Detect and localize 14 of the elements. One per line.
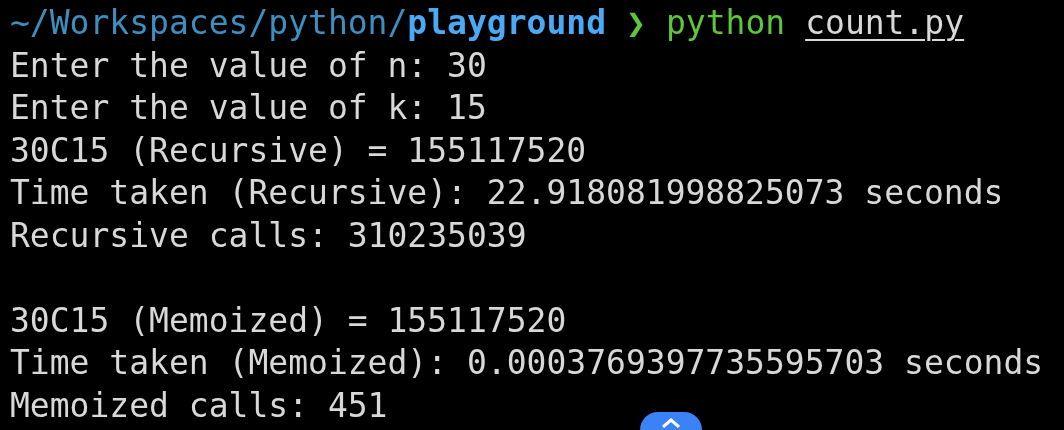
argument-text: count.py bbox=[805, 2, 965, 44]
output-line: Enter the value of n: 30 bbox=[10, 44, 487, 87]
output-line: 30C15 (Recursive) = 155117520 bbox=[10, 129, 587, 172]
output-line: 30C15 (Memoized) = 155117520 bbox=[10, 299, 567, 342]
command-text: python bbox=[665, 2, 786, 44]
output-line: Recursive calls: 310235039 bbox=[10, 214, 527, 257]
caret-up-icon bbox=[661, 418, 681, 428]
prompt-path: ~/Workspaces/python/ bbox=[10, 2, 408, 44]
output-line: Time taken (Recursive): 22.918081998825073 seconds bbox=[10, 172, 1004, 214]
prompt-symbol: ❯ bbox=[626, 2, 646, 44]
prompt-directory: playground bbox=[407, 2, 607, 44]
output-line: Enter the value of k: 15 bbox=[10, 87, 487, 129]
output-line: Time taken (Memoized): 0.0003769397735595703 seconds bbox=[10, 342, 1044, 384]
output-line: Memoized calls: 451 bbox=[10, 384, 388, 427]
